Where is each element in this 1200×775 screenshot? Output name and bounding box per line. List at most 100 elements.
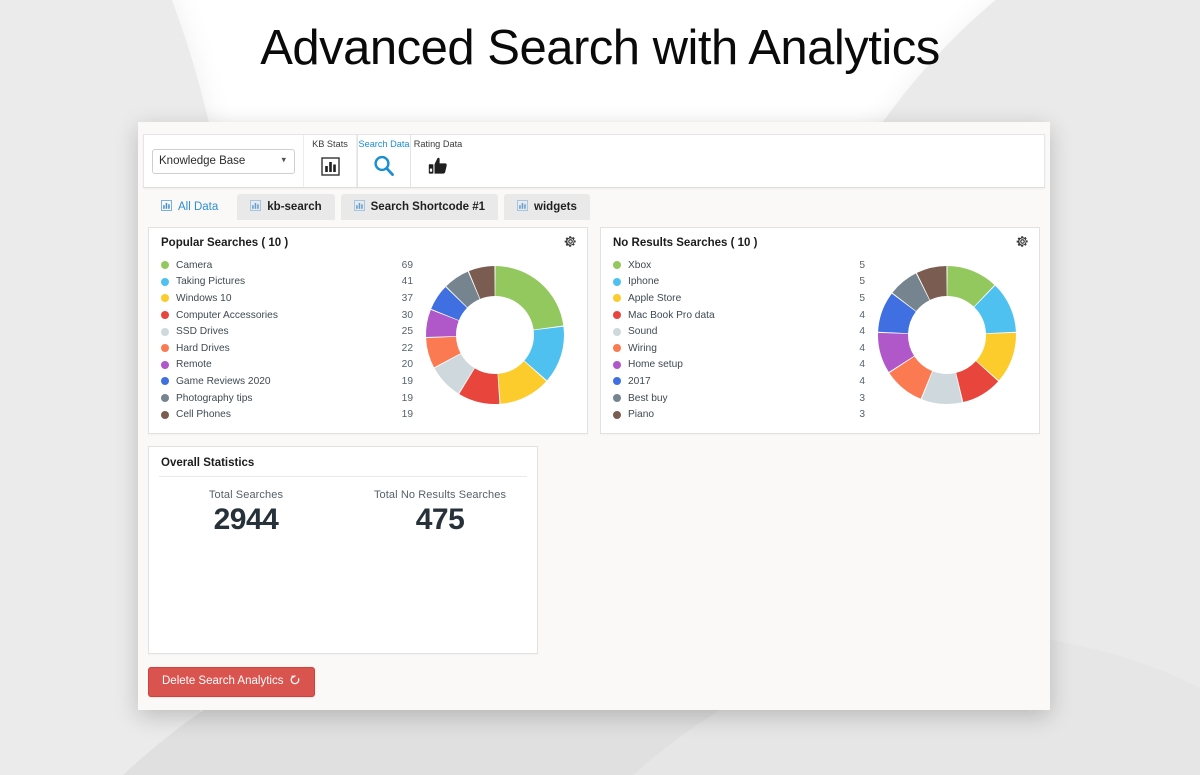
page-title: Advanced Search with Analytics: [260, 21, 940, 75]
legend-item-label: Mac Book Pro data: [628, 309, 715, 321]
legend-item-value: 69: [401, 259, 413, 271]
legend-item: Taking Pictures 41: [161, 274, 413, 291]
legend-item-value: 5: [859, 276, 865, 288]
no-results-searches-body: Xbox 5 Iphone 5 Apple Store 5 Mac Book Pro dat…: [601, 257, 1039, 433]
legend-item-label: Sound: [628, 326, 658, 338]
legend-item-value: 19: [401, 375, 413, 387]
stat-total-no-results-searches-label: Total No Results Searches: [373, 488, 507, 501]
legend-item-label: Photography tips: [176, 392, 253, 404]
toolbar-item-rating-data-label: Rating Data: [413, 139, 463, 149]
legend-item: Remote 20: [161, 357, 413, 374]
legend-item-label: Iphone: [628, 276, 660, 288]
overall-statistics-panel: Overall Statistics Total Searches 2944 T…: [148, 445, 538, 654]
legend-color-dot: [613, 277, 621, 286]
legend-item-label: Best buy: [628, 392, 668, 404]
legend-item-label: Xbox: [628, 259, 652, 271]
legend-color-dot: [613, 294, 621, 303]
toolbar-item-search-data[interactable]: Search Data: [357, 135, 411, 187]
stat-total-searches-value: 2944: [213, 502, 279, 536]
legend-color-dot: [161, 344, 169, 353]
no-results-searches-legend: Xbox 5 Iphone 5 Apple Store 5 Mac Book Pro dat…: [611, 257, 865, 423]
legend-item-value: 4: [859, 326, 865, 338]
knowledge-base-select[interactable]: Knowledge Base: [152, 148, 295, 174]
toolbar-item-kb-stats[interactable]: KB Stats: [303, 135, 357, 187]
no-results-searches-title: No Results Searches ( 10 ): [613, 237, 758, 249]
tab-all-data-label: All Data: [178, 201, 219, 213]
stat-total-searches-label: Total Searches: [208, 488, 284, 501]
legend-item: Game Reviews 2020 19: [161, 373, 413, 390]
legend-item: Home setup 4: [613, 357, 865, 374]
legend-item-value: 30: [401, 309, 413, 321]
popular-searches-title: Popular Searches ( 10 ): [161, 237, 289, 249]
legend-item-label: Taking Pictures: [176, 276, 246, 288]
legend-item: Best buy 3: [613, 390, 865, 407]
legend-color-dot: [161, 327, 169, 336]
legend-color-dot: [613, 377, 621, 386]
app-window: Knowledge Base ▾ KB Stats Search Data Ra…: [138, 122, 1050, 710]
legend-item: Apple Store 5: [613, 290, 865, 307]
toolbar-item-search-data-label: Search Data: [358, 139, 410, 149]
legend-color-dot: [161, 261, 169, 270]
tab-all-data[interactable]: All Data: [148, 194, 232, 220]
legend-item-value: 5: [859, 292, 865, 304]
legend-item-value: 19: [401, 409, 413, 421]
legend-color-dot: [161, 277, 169, 286]
legend-color-dot: [161, 294, 169, 303]
bar-chart-icon: [250, 200, 262, 214]
legend-item-value: 41: [401, 276, 413, 288]
legend-color-dot: [161, 360, 169, 369]
legend-color-dot: [161, 377, 169, 386]
legend-item: Mac Book Pro data 4: [613, 307, 865, 324]
bar-chart-icon: [517, 200, 528, 214]
tab-search-shortcode-1[interactable]: Search Shortcode #1: [340, 194, 499, 220]
bar-chart-icon: [353, 200, 365, 214]
legend-item: Sound 4: [613, 323, 865, 340]
bar-chart-icon: [320, 153, 340, 179]
gear-icon[interactable]: [1016, 235, 1029, 252]
legend-item-label: Home setup: [628, 359, 683, 371]
donut-chart: [426, 266, 564, 404]
legend-color-dot: [613, 410, 621, 419]
delete-search-analytics-button[interactable]: Delete Search Analytics: [148, 666, 316, 697]
charts-row: Popular Searches ( 10 ) Camera 69 Taking P…: [148, 227, 1040, 434]
delete-search-analytics-label: Delete Search Analytics: [162, 675, 284, 688]
legend-item-value: 3: [859, 409, 865, 421]
admin-toolbar-strip: Knowledge Base ▾ KB Stats Search Data Ra…: [138, 122, 1050, 190]
popular-searches-body: Camera 69 Taking Pictures 41 Windows 10 37 Com…: [149, 257, 587, 433]
legend-color-dot: [613, 344, 621, 353]
legend-item: Piano 3: [613, 406, 865, 423]
legend-item: Windows 10 37: [161, 290, 413, 307]
legend-color-dot: [613, 360, 621, 369]
tab-widgets[interactable]: widgets: [504, 194, 590, 220]
legend-color-dot: [613, 394, 621, 403]
legend-item-value: 5: [859, 259, 865, 271]
legend-color-dot: [161, 394, 169, 403]
donut-slice: [495, 266, 564, 330]
tab-bar: All Data kb-search Search Shortcode #1 w…: [138, 190, 1050, 220]
thumbs-up-icon: [427, 153, 449, 179]
overall-statistics-cells: Total Searches 2944 Total No Results Sea…: [149, 477, 537, 537]
legend-item-label: 2017: [628, 375, 651, 387]
legend-item: Photography tips 19: [161, 390, 413, 407]
legend-item-value: 19: [401, 392, 413, 404]
legend-item-value: 4: [859, 342, 865, 354]
toolbar-item-rating-data[interactable]: Rating Data: [411, 135, 465, 187]
legend-item-value: 4: [859, 375, 865, 387]
legend-item-value: 4: [859, 309, 865, 321]
gear-icon[interactable]: [564, 235, 577, 252]
tab-kb-search-label: kb-search: [267, 201, 322, 213]
legend-item: Camera 69: [161, 257, 413, 274]
donut-chart: [878, 266, 1016, 404]
popular-searches-donut: [413, 257, 577, 411]
legend-item-value: 4: [859, 359, 865, 371]
legend-item: Xbox 5: [613, 257, 865, 274]
tab-kb-search[interactable]: kb-search: [237, 194, 335, 220]
legend-item-label: Cell Phones: [176, 409, 231, 421]
admin-toolbar: Knowledge Base ▾ KB Stats Search Data Ra…: [143, 134, 1045, 188]
kb-select-container: Knowledge Base ▾: [144, 135, 303, 187]
legend-item-value: 25: [401, 326, 413, 338]
legend-item: Iphone 5: [613, 274, 865, 291]
legend-item: SSD Drives 25: [161, 323, 413, 340]
popular-searches-panel: Popular Searches ( 10 ) Camera 69 Taking P…: [148, 227, 588, 434]
legend-item-value: 20: [401, 359, 413, 371]
